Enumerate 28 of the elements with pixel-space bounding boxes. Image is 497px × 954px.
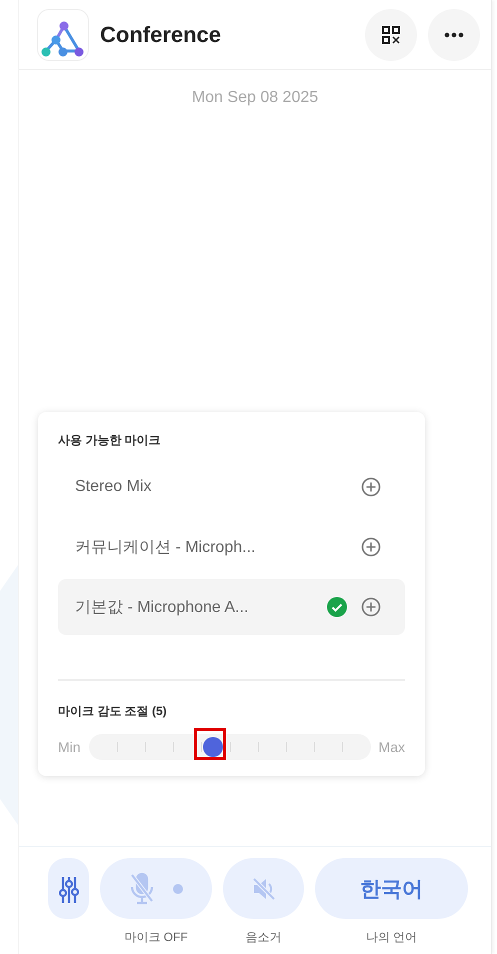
microphone-item[interactable]: Stereo Mix	[58, 459, 405, 515]
add-icon[interactable]	[361, 597, 381, 617]
microphone-item[interactable]: 기본값 - Microphone A...	[58, 579, 405, 635]
settings-sliders-button[interactable]	[48, 858, 89, 919]
slider-thumb[interactable]	[202, 737, 223, 757]
sliders-icon	[58, 874, 78, 902]
panel-heading: 사용 가능한 마이크	[58, 432, 162, 449]
add-icon[interactable]	[361, 477, 381, 497]
language-label: 나의 언어	[366, 929, 418, 946]
max-label: Max	[378, 739, 405, 755]
microphone-item[interactable]: 커뮤니케이션 - Microph...	[58, 519, 405, 575]
sensitivity-label: 마이크 감도 조절 (5)	[58, 703, 168, 720]
mute-label: 음소거	[246, 929, 282, 946]
more-icon	[444, 32, 464, 38]
microphone-off-icon	[129, 872, 155, 906]
sensitivity-slider[interactable]	[88, 734, 371, 760]
language-button[interactable]: 한국어	[315, 858, 468, 919]
check-icon	[327, 597, 347, 617]
qr-code-icon	[382, 26, 400, 44]
min-label: Min	[58, 739, 81, 755]
app-logo-icon	[37, 8, 89, 60]
microphone-label: 마이크 OFF	[124, 929, 188, 946]
status-dot-icon	[173, 884, 183, 894]
speaker-muted-icon	[250, 876, 276, 902]
add-icon[interactable]	[361, 537, 381, 557]
highlight-frame	[194, 728, 226, 760]
app-title: Conference	[100, 22, 222, 48]
date-label: Mon Sep 08 2025	[190, 89, 320, 107]
